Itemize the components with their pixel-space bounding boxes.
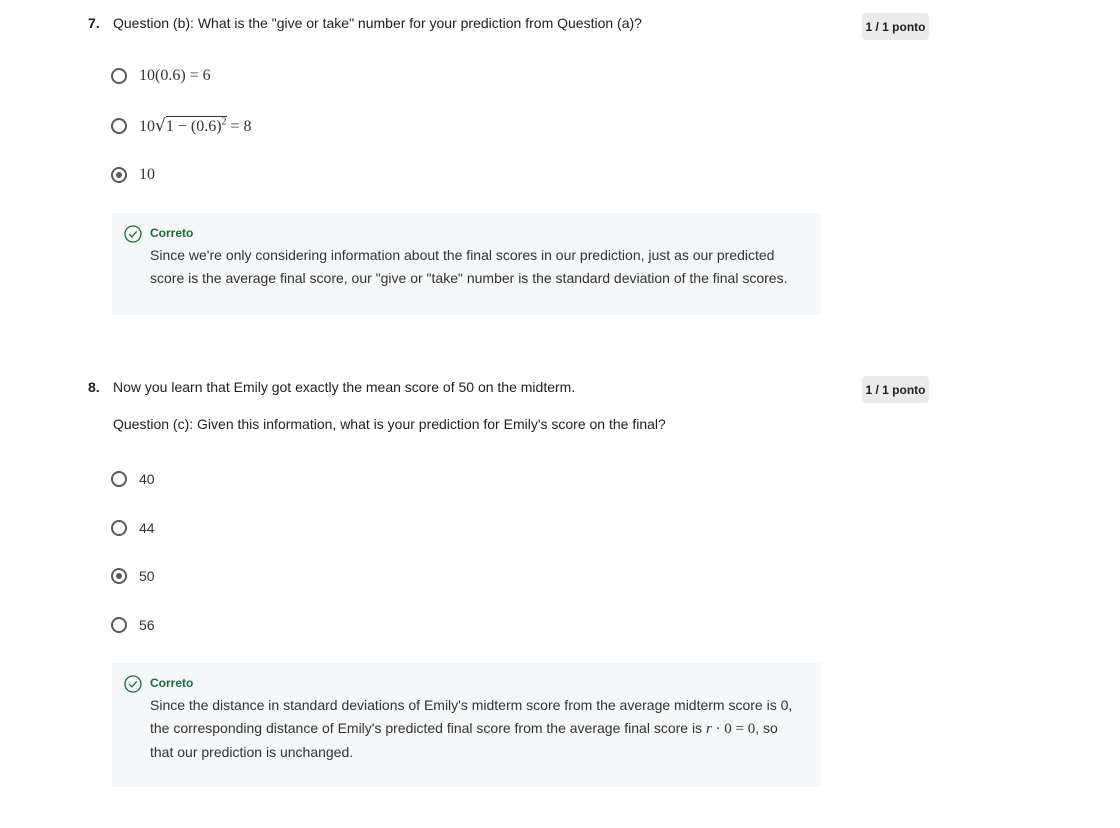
score-badge: 1 / 1 ponto xyxy=(862,376,929,403)
radio-button-selected[interactable] xyxy=(111,167,127,183)
option-4[interactable]: 56 xyxy=(111,614,155,636)
question-subtext: Question (c): Given this information, wh… xyxy=(113,416,666,432)
sqrt-icon: √ xyxy=(155,116,166,136)
exponent: 2 xyxy=(221,116,227,128)
radio-button[interactable] xyxy=(111,471,127,487)
option-label-prefix: 10 xyxy=(139,118,155,135)
check-circle-icon xyxy=(124,225,142,243)
question-text: Question (b): What is the "give or take"… xyxy=(113,15,642,31)
feedback-status: Correto xyxy=(150,226,194,240)
question-text: Now you learn that Emily got exactly the… xyxy=(113,379,576,395)
radicand-text: 1 − (0.6) xyxy=(165,118,222,135)
option-3[interactable]: 50 xyxy=(111,565,155,587)
radio-button-selected[interactable] xyxy=(111,568,127,584)
feedback-box: Correto Since the distance in standard d… xyxy=(112,663,821,787)
sqrt-radicand: 1 − (0.6)2 xyxy=(165,116,227,135)
radio-button[interactable] xyxy=(111,520,127,536)
option-label: 50 xyxy=(139,568,155,584)
option-label: 44 xyxy=(139,520,155,536)
question-number: 7. xyxy=(88,15,100,31)
option-3[interactable]: 10 xyxy=(111,164,155,186)
math-rest: · 0 = 0 xyxy=(711,721,756,737)
option-1[interactable]: 10(0.6) = 6 xyxy=(111,65,211,87)
score-badge: 1 / 1 ponto xyxy=(862,13,929,40)
option-label: 10(0.6) = 6 xyxy=(139,67,211,84)
option-label: 10√1 − (0.6)2 = 8 xyxy=(139,116,252,136)
radio-button[interactable] xyxy=(111,118,127,134)
feedback-text: Since the distance in standard deviation… xyxy=(150,694,800,764)
question-number: 8. xyxy=(88,379,100,395)
feedback-text: Since we're only considering information… xyxy=(150,247,788,286)
option-1[interactable]: 40 xyxy=(111,468,155,490)
feedback-text-before: Since the distance in standard deviation… xyxy=(150,697,793,736)
option-label: 10 xyxy=(139,166,155,183)
option-label: 56 xyxy=(139,617,155,633)
option-label-suffix: = 8 xyxy=(226,118,252,135)
option-2[interactable]: 10√1 − (0.6)2 = 8 xyxy=(111,115,252,137)
check-circle-icon xyxy=(124,675,142,693)
feedback-box: Correto Since we're only considering inf… xyxy=(112,213,821,315)
option-2[interactable]: 44 xyxy=(111,517,155,539)
feedback-status: Correto xyxy=(150,676,194,690)
sqrt-expression: √1 − (0.6)2 xyxy=(155,116,227,136)
feedback-math: r · 0 = 0 xyxy=(706,721,755,737)
radio-button[interactable] xyxy=(111,68,127,84)
option-label: 40 xyxy=(139,471,155,487)
radio-button[interactable] xyxy=(111,617,127,633)
